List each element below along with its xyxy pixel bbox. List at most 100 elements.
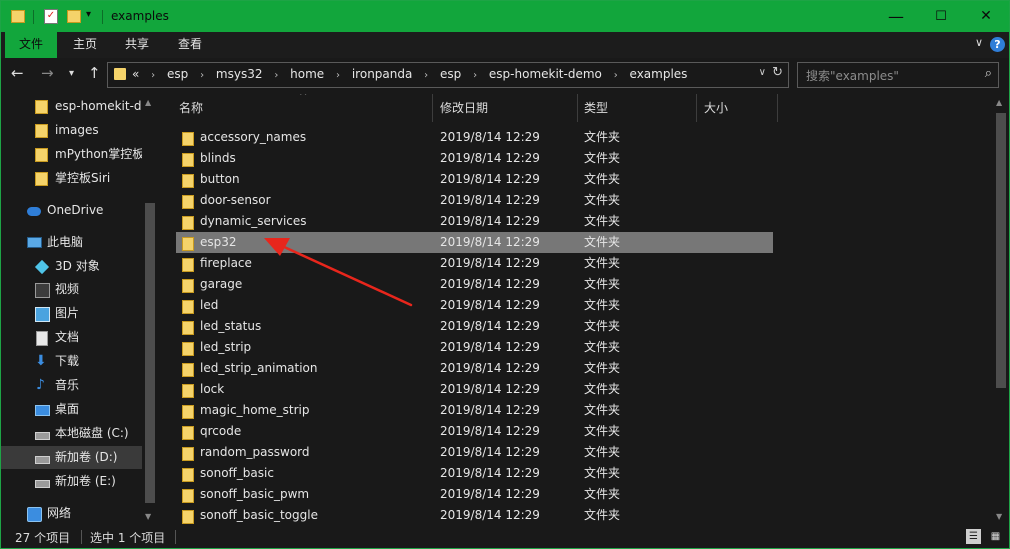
table-row[interactable]: sonoff_basic_pwm 2019/8/14 12:29 文件夹 (176, 484, 773, 505)
sidebar-item-videos[interactable]: 视频 (1, 278, 142, 301)
file-date-modified: 2019/8/14 12:29 (440, 151, 540, 165)
breadcrumb-item[interactable]: esp-homekit-demo (489, 67, 602, 81)
chevron-right-icon[interactable]: › (465, 70, 485, 81)
column-divider[interactable] (696, 94, 697, 122)
table-row[interactable]: magic_home_strip 2019/8/14 12:29 文件夹 (176, 400, 773, 421)
sidebar-item-siri[interactable]: 掌控板Siri (1, 167, 142, 190)
column-divider[interactable] (432, 94, 433, 122)
table-row[interactable]: dynamic_services 2019/8/14 12:29 文件夹 (176, 211, 773, 232)
table-row[interactable]: led_strip 2019/8/14 12:29 文件夹 (176, 337, 773, 358)
table-row[interactable]: garage 2019/8/14 12:29 文件夹 (176, 274, 773, 295)
breadcrumb-overflow[interactable]: « (132, 67, 139, 81)
sidebar-item-documents[interactable]: 文档 (1, 326, 142, 349)
table-row[interactable]: sonoff_basic 2019/8/14 12:29 文件夹 (176, 463, 773, 484)
table-row[interactable]: fireplace 2019/8/14 12:29 文件夹 (176, 253, 773, 274)
customize-toolbar-icon[interactable]: ▾ (86, 9, 100, 23)
sidebar-item-pictures[interactable]: 图片 (1, 302, 142, 325)
breadcrumb-item[interactable]: esp (167, 67, 188, 81)
sidebar-item-network[interactable]: 网络 (1, 502, 142, 524)
table-row[interactable]: led 2019/8/14 12:29 文件夹 (176, 295, 773, 316)
breadcrumb-item[interactable]: esp (440, 67, 461, 81)
scroll-down-icon[interactable]: ▼ (996, 512, 1002, 521)
properties-icon[interactable]: ✓ (44, 9, 58, 24)
sidebar-item-3d-objects[interactable]: 3D 对象 (1, 255, 142, 278)
minimize-button[interactable]: — (873, 1, 919, 32)
sidebar-item-images[interactable]: images (1, 119, 142, 142)
table-row[interactable]: sonoff_basic_toggle 2019/8/14 12:29 文件夹 (176, 505, 773, 524)
chevron-right-icon[interactable]: › (143, 70, 163, 81)
file-date-modified: 2019/8/14 12:29 (440, 298, 540, 312)
scroll-down-icon[interactable]: ▼ (145, 512, 151, 521)
search-input[interactable]: 搜索"examples" ⌕ (797, 62, 999, 88)
breadcrumb-item[interactable]: home (290, 67, 324, 81)
refresh-icon[interactable]: ↻ (772, 65, 783, 80)
tab-file[interactable]: 文件 (5, 32, 57, 58)
maximize-button[interactable]: ☐ (918, 1, 964, 32)
column-divider[interactable] (577, 94, 578, 122)
scroll-up-icon[interactable]: ▲ (996, 98, 1002, 107)
sidebar-item-onedrive[interactable]: OneDrive (1, 199, 142, 222)
chevron-right-icon[interactable]: › (328, 70, 348, 81)
large-icons-view-icon[interactable]: ▦ (988, 529, 1003, 544)
table-row[interactable]: random_password 2019/8/14 12:29 文件夹 (176, 442, 773, 463)
column-size[interactable]: 大小 (704, 99, 728, 116)
column-divider[interactable] (777, 94, 778, 122)
sidebar-item-drive-e[interactable]: 新加卷 (E:) (1, 470, 142, 493)
table-row[interactable]: led_status 2019/8/14 12:29 文件夹 (176, 316, 773, 337)
chevron-right-icon[interactable]: › (416, 70, 436, 81)
breadcrumb-item[interactable]: ironpanda (352, 67, 413, 81)
column-date-modified[interactable]: 修改日期 (440, 99, 488, 116)
up-arrow-icon[interactable]: ↑ (88, 64, 101, 82)
file-name: led (200, 298, 219, 312)
breadcrumb-item[interactable]: examples (630, 67, 688, 81)
address-bar[interactable]: « › esp › msys32 › home › ironpanda › es… (107, 62, 789, 88)
tab-share[interactable]: 共享 (123, 32, 151, 58)
sidebar-item-esp-homekit[interactable]: esp-homekit-d (1, 95, 142, 118)
details-view-icon[interactable]: ☰ (966, 529, 981, 544)
sidebar-item-music[interactable]: ♪ 音乐 (1, 374, 142, 397)
forward-arrow-icon[interactable]: → (41, 64, 54, 82)
back-arrow-icon[interactable]: ← (11, 64, 24, 82)
file-list-scrollbar[interactable]: ▲ ▼ (993, 94, 1009, 524)
table-row[interactable]: button 2019/8/14 12:29 文件夹 (176, 169, 773, 190)
sidebar-item-mpython[interactable]: mPython掌控板 (1, 143, 142, 166)
sidebar-item-this-pc[interactable]: 此电脑 (1, 231, 142, 254)
folder-icon (35, 172, 48, 186)
file-list[interactable]: ^ 名称 修改日期 类型 大小 accessory_names 2019/8/14… (166, 94, 993, 524)
navigation-pane[interactable]: esp-homekit-d images mPython掌控板 掌控板Siri … (1, 94, 158, 524)
file-date-modified: 2019/8/14 12:29 (440, 340, 540, 354)
tab-view[interactable]: 查看 (176, 32, 204, 58)
table-row[interactable]: lock 2019/8/14 12:29 文件夹 (176, 379, 773, 400)
table-row[interactable]: esp32 2019/8/14 12:29 文件夹 (176, 232, 773, 253)
chevron-right-icon[interactable]: › (266, 70, 286, 81)
table-row[interactable]: door-sensor 2019/8/14 12:29 文件夹 (176, 190, 773, 211)
chevron-down-icon[interactable]: ∨ (975, 36, 983, 49)
tab-home[interactable]: 主页 (71, 32, 99, 58)
scroll-up-icon[interactable]: ▲ (145, 98, 151, 107)
table-row[interactable]: qrcode 2019/8/14 12:29 文件夹 (176, 421, 773, 442)
table-row[interactable]: led_strip_animation 2019/8/14 12:29 文件夹 (176, 358, 773, 379)
chevron-right-icon[interactable]: › (606, 70, 626, 81)
column-name[interactable]: 名称 (179, 99, 203, 116)
search-icon[interactable]: ⌕ (985, 66, 992, 81)
help-icon[interactable]: ? (990, 37, 1005, 52)
sidebar-item-label: 图片 (55, 306, 80, 320)
table-row[interactable]: accessory_names 2019/8/14 12:29 文件夹 (176, 127, 773, 148)
close-button[interactable]: ✕ (963, 1, 1009, 32)
breadcrumb-item[interactable]: msys32 (216, 67, 263, 81)
sidebar-item-drive-c[interactable]: 本地磁盘 (C:) (1, 422, 142, 445)
column-type[interactable]: 类型 (584, 99, 608, 116)
sidebar-scrollbar[interactable]: ▲ ▼ (142, 94, 158, 524)
sidebar-item-desktop[interactable]: 桌面 (1, 398, 142, 421)
new-folder-icon[interactable] (67, 10, 81, 23)
scrollbar-thumb[interactable] (145, 203, 155, 503)
chevron-right-icon[interactable]: › (192, 70, 212, 81)
sidebar-item-downloads[interactable]: ⬇ 下载 (1, 350, 142, 373)
scrollbar-thumb[interactable] (996, 113, 1006, 388)
table-row[interactable]: blinds 2019/8/14 12:29 文件夹 (176, 148, 773, 169)
recent-locations-icon[interactable]: ▾ (69, 68, 74, 79)
chevron-down-icon[interactable]: ∨ (759, 67, 766, 78)
folder-icon (182, 342, 194, 356)
sidebar-item-drive-d[interactable]: 新加卷 (D:) (1, 446, 142, 469)
title-bar[interactable]: ✓ ▾ examples — ☐ ✕ (1, 1, 1009, 32)
